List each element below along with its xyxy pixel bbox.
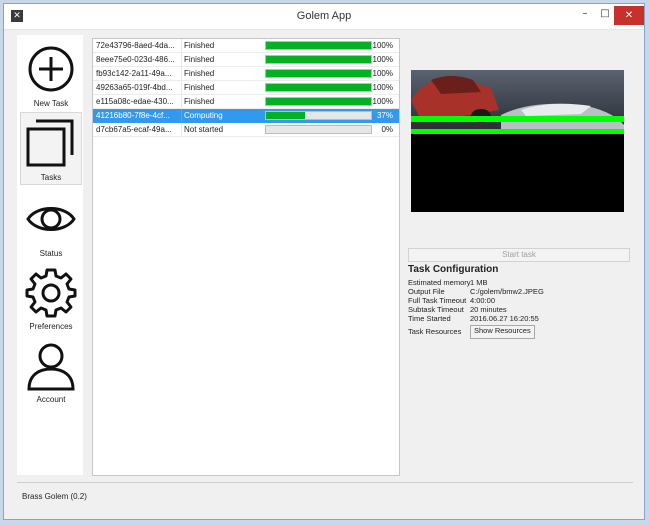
title-bar[interactable]: ✕ Golem App – □ ✕ [4, 4, 644, 30]
task-progress-percent: 100% [372, 41, 393, 50]
sidebar-item-tasks[interactable]: Tasks [20, 112, 82, 185]
sidebar-item-status[interactable]: Status [20, 187, 82, 260]
table-row[interactable]: fb93c142-2a11-49a... Finished 100% [93, 67, 399, 81]
task-id: fb93c142-2a11-49a... [96, 69, 172, 78]
progress-fill [266, 70, 371, 77]
gear-icon [25, 268, 77, 318]
task-progress-bar [265, 83, 372, 92]
user-icon [27, 343, 75, 391]
status-bar-text: Brass Golem (0.2) [22, 492, 87, 501]
config-label: Full Task Timeout [408, 296, 467, 305]
task-progress-bar [265, 125, 372, 134]
minimize-button[interactable]: – [576, 4, 594, 24]
table-row[interactable]: 41216b80-7f8e-4cf... Computing 37% [93, 109, 399, 123]
task-progress-percent: 100% [372, 83, 393, 92]
separator [17, 482, 633, 483]
window-title: Golem App [296, 10, 352, 22]
config-row: Subtask Timeout 20 minutes [408, 305, 507, 314]
config-value: 4:00:00 [470, 296, 496, 305]
stacked-squares-icon [26, 119, 74, 167]
task-id: 72e43796-8aed-4da... [96, 41, 175, 50]
task-table[interactable]: 72e43796-8aed-4da... Finished 100% 8eee75e0… [92, 38, 400, 476]
render-preview-image [411, 70, 624, 212]
task-progress-bar [265, 55, 372, 64]
config-label: Subtask Timeout [408, 305, 464, 314]
table-row[interactable]: 72e43796-8aed-4da... Finished 100% [93, 39, 399, 53]
sidebar-item-label: Preferences [29, 322, 73, 331]
sidebar: New Task Tasks Status Preferences Accoun… [17, 35, 83, 475]
task-progress-percent: 0% [381, 125, 393, 134]
progress-fill [266, 56, 371, 63]
task-id: e115a08c-edae-430... [96, 97, 174, 106]
task-id: 8eee75e0-023d-486... [96, 55, 175, 64]
task-progress-percent: 100% [372, 97, 393, 106]
config-row: Full Task Timeout 4:00:00 [408, 296, 495, 305]
table-row[interactable]: e115a08c-edae-430... Finished 100% [93, 95, 399, 109]
close-button[interactable]: ✕ [614, 6, 644, 25]
progress-fill [266, 84, 371, 91]
task-resources-row: Task Resources Show Resources [408, 325, 535, 339]
task-status: Finished [181, 95, 266, 108]
sidebar-item-account[interactable]: Account [20, 333, 82, 406]
task-status: Finished [181, 81, 266, 94]
task-status: Computing [181, 109, 266, 122]
config-value: 1 MB [470, 278, 488, 287]
sidebar-item-preferences[interactable]: Preferences [20, 260, 82, 333]
task-status: Finished [181, 53, 266, 66]
config-value: C:/golem/bmw2.JPEG [470, 287, 544, 296]
task-progress-percent: 100% [372, 69, 393, 78]
config-row: Output File C:/golem/bmw2.JPEG [408, 287, 544, 296]
table-row[interactable]: 49263a65-019f-4bd... Finished 100% [93, 81, 399, 95]
plus-circle-icon [28, 46, 74, 92]
task-progress-percent: 100% [372, 55, 393, 64]
progress-fill [266, 42, 371, 49]
task-id: d7cb67a5-ecaf-49a... [96, 125, 172, 134]
task-config-title: Task Configuration [408, 264, 499, 275]
config-row: Estimated memory 1 MB [408, 278, 488, 287]
config-label: Output File [408, 287, 445, 296]
sidebar-item-label: Account [36, 395, 66, 404]
progress-fill [266, 112, 305, 119]
task-progress-bar [265, 111, 372, 120]
task-progress-bar [265, 69, 372, 78]
sidebar-item-label: Status [39, 249, 63, 258]
render-preview [411, 70, 624, 212]
config-label: Estimated memory [408, 278, 471, 287]
task-status: Not started [181, 123, 266, 136]
config-label: Time Started [408, 314, 451, 323]
start-task-button[interactable]: Start task [408, 248, 630, 262]
sidebar-item-label: New Task [33, 99, 69, 108]
sidebar-item-label: Tasks [40, 173, 62, 182]
task-progress-bar [265, 41, 372, 50]
task-status: Finished [181, 39, 266, 52]
config-value: 2016.06.27 16:20:55 [470, 314, 539, 323]
table-row[interactable]: 8eee75e0-023d-486... Finished 100% [93, 53, 399, 67]
config-value: 20 minutes [470, 305, 507, 314]
task-id: 49263a65-019f-4bd... [96, 83, 173, 92]
sidebar-item-new-task[interactable]: New Task [20, 37, 82, 110]
eye-icon [26, 207, 76, 231]
config-row: Time Started 2016.06.27 16:20:55 [408, 314, 539, 323]
maximize-button[interactable]: □ [596, 4, 614, 24]
task-status: Finished [181, 67, 266, 80]
progress-fill [266, 98, 371, 105]
table-row[interactable]: d7cb67a5-ecaf-49a... Not started 0% [93, 123, 399, 137]
task-progress-bar [265, 97, 372, 106]
task-resources-label: Task Resources [408, 327, 462, 336]
task-id: 41216b80-7f8e-4cf... [96, 111, 170, 120]
show-resources-button[interactable]: Show Resources [470, 325, 535, 339]
task-progress-percent: 37% [376, 111, 393, 120]
